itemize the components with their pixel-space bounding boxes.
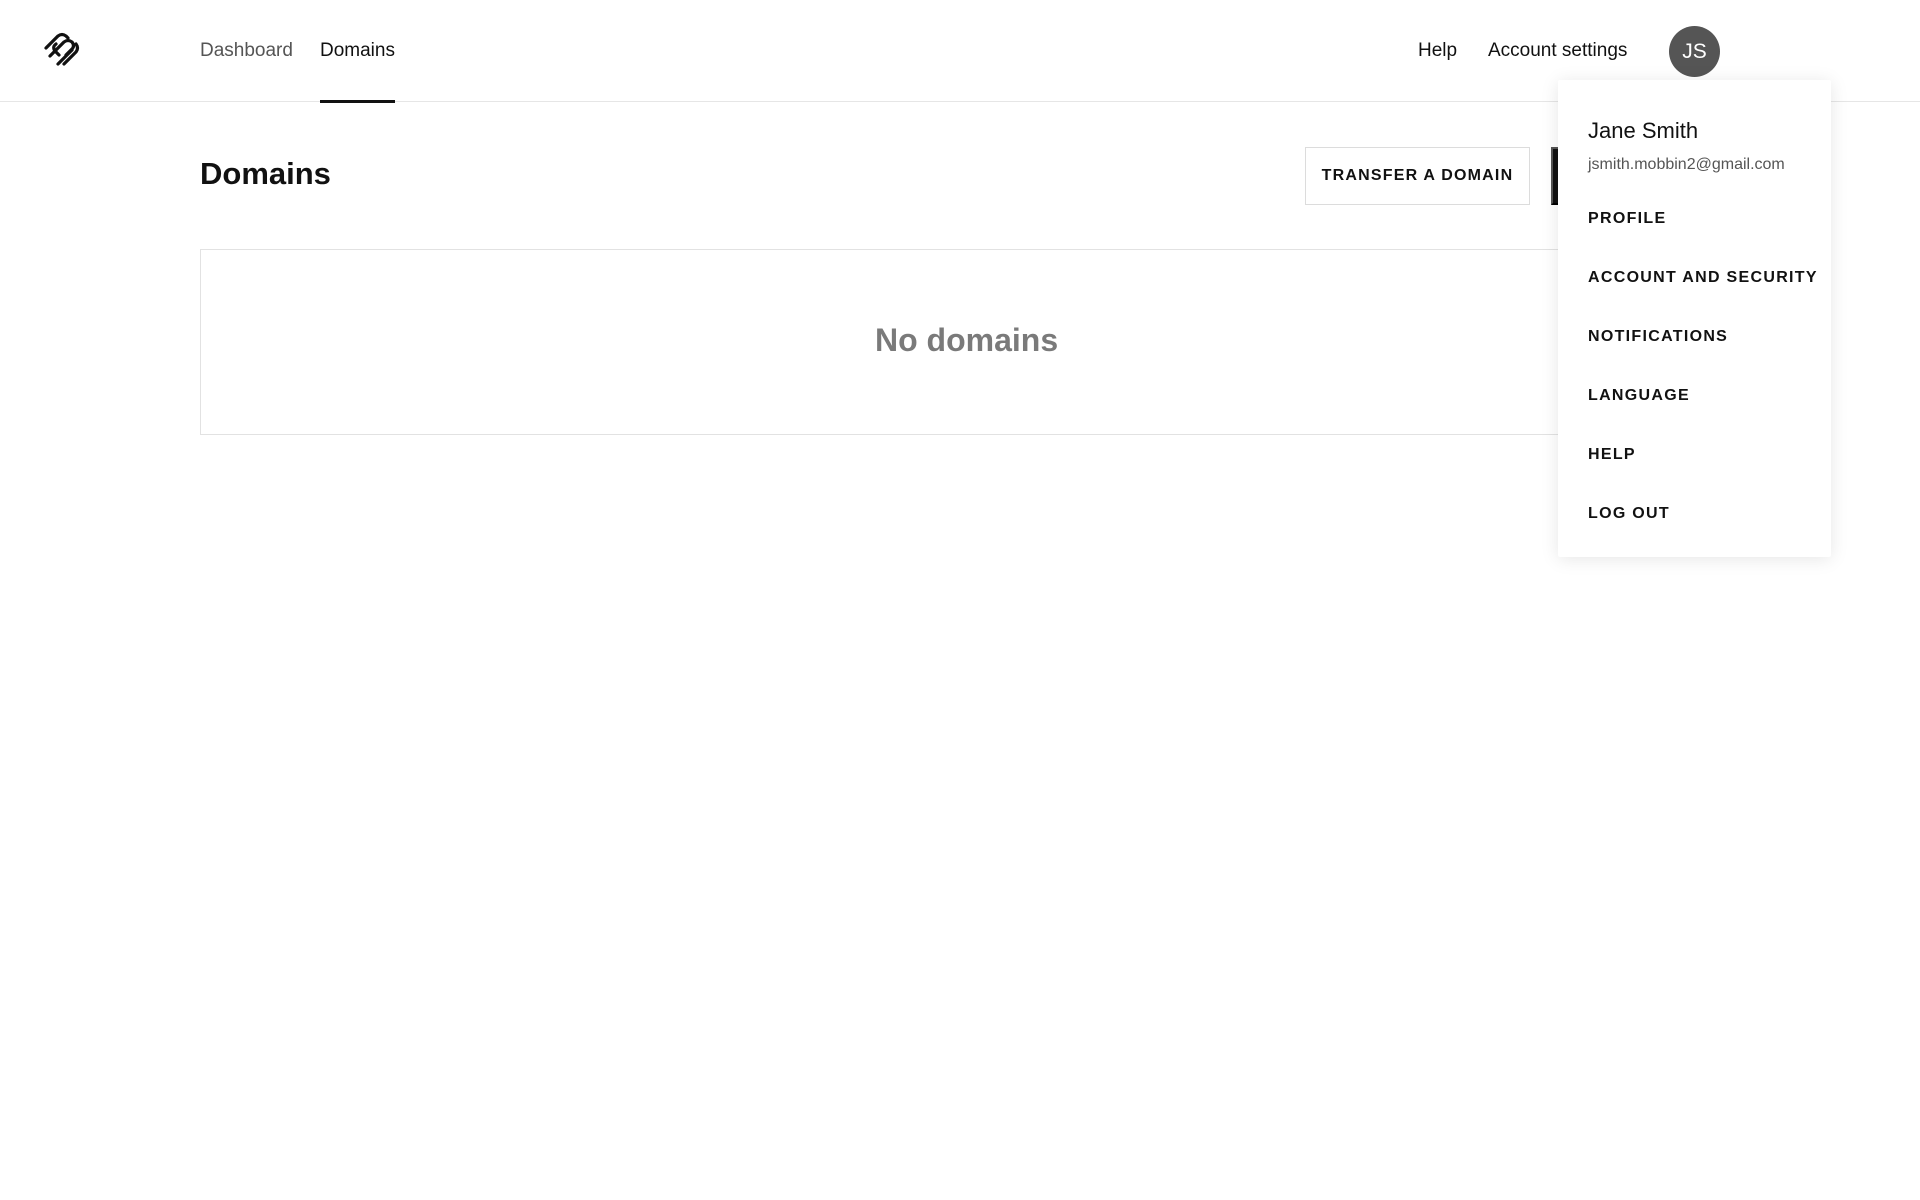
empty-state-text: No domains — [875, 322, 1059, 358]
menu-item-notifications[interactable]: NOTIFICATIONS — [1588, 328, 1728, 346]
account-dropdown-menu: Jane Smith jsmith.mobbin2@gmail.com PROF… — [1558, 80, 1831, 557]
page-title: Domains — [200, 156, 331, 191]
help-link[interactable]: Help — [1418, 0, 1457, 102]
transfer-domain-button[interactable]: TRANSFER A DOMAIN — [1305, 147, 1530, 205]
user-name: Jane Smith — [1588, 118, 1699, 143]
menu-item-log-out[interactable]: LOG OUT — [1588, 505, 1670, 523]
squarespace-logo-icon[interactable] — [40, 30, 84, 70]
menu-item-profile[interactable]: PROFILE — [1588, 210, 1666, 228]
menu-item-language[interactable]: LANGUAGE — [1588, 387, 1690, 405]
menu-item-account-and-security[interactable]: ACCOUNT AND SECURITY — [1588, 269, 1818, 287]
user-email: jsmith.mobbin2@gmail.com — [1588, 156, 1785, 173]
avatar[interactable]: JS — [1669, 26, 1720, 77]
tab-domains[interactable]: Domains — [320, 0, 395, 103]
tab-dashboard[interactable]: Dashboard — [200, 0, 293, 102]
menu-item-help[interactable]: HELP — [1588, 446, 1636, 464]
